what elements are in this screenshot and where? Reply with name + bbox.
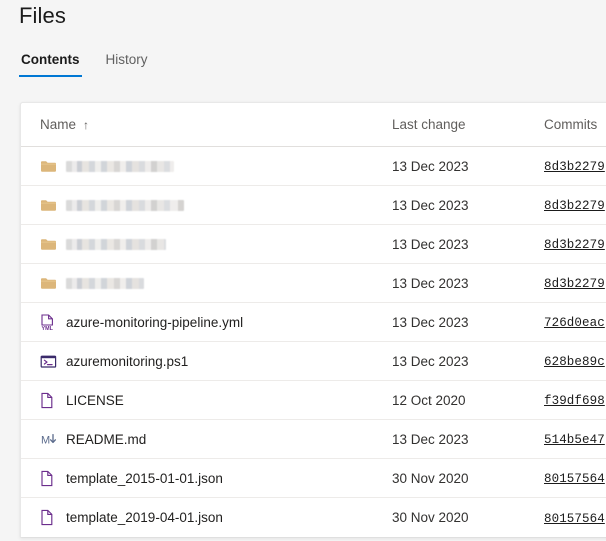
blank-file-icon <box>41 470 53 486</box>
commit-link[interactable]: 514b5e47 <box>544 433 605 447</box>
commit-link[interactable]: f39df698 <box>544 394 605 408</box>
column-header-name-label: Name <box>40 117 77 132</box>
file-name-cell[interactable]: LICENSE <box>40 392 392 409</box>
commit-cell: f39df698 <box>544 392 606 408</box>
file-name-cell[interactable]: M README.md <box>40 432 392 447</box>
yml-file-icon: YML <box>40 313 66 331</box>
commit-cell: 628be89c <box>544 353 606 369</box>
files-page: Files Contents History Name ↑ Last chang… <box>0 0 606 541</box>
last-change-cell: 13 Dec 2023 <box>392 236 469 252</box>
sort-ascending-icon: ↑ <box>83 117 90 132</box>
last-change-cell: 13 Dec 2023 <box>392 275 469 291</box>
file-name-label: azuremonitoring.ps1 <box>66 353 189 369</box>
folder-icon <box>40 159 66 174</box>
table-row[interactable]: YML azure-monitoring-pipeline.yml 13 Dec 2… <box>21 303 606 342</box>
last-change-cell: 13 Dec 2023 <box>392 197 469 213</box>
folder-icon <box>40 198 66 213</box>
last-change-cell: 30 Nov 2020 <box>392 470 469 486</box>
table-row[interactable]: M README.md 13 Dec 2023 514b5e47 <box>21 420 606 459</box>
file-name-label: template_2019-04-01.json <box>66 510 223 525</box>
column-header-last-change[interactable]: Last change <box>392 117 544 132</box>
folder-icon <box>41 277 56 289</box>
commit-cell: 726d0eac <box>544 314 606 330</box>
table-row[interactable]: 13 Dec 2023 8d3b2279 <box>21 225 606 264</box>
commit-cell: 80157564 <box>544 510 606 526</box>
file-name-cell[interactable]: azuremonitoring.ps1 <box>40 354 392 369</box>
powershell-file-icon <box>40 355 57 368</box>
commit-cell: 8d3b2279 <box>544 197 606 213</box>
tab-contents-label: Contents <box>21 52 80 67</box>
table-row[interactable]: 13 Dec 2023 8d3b2279 <box>21 264 606 303</box>
file-name-cell[interactable]: template_2015-01-01.json <box>40 470 392 487</box>
table-row[interactable]: template_2015-01-01.json 30 Nov 2020 80157… <box>21 459 606 498</box>
table-header-row: Name ↑ Last change Commits <box>21 103 606 147</box>
last-change-cell: 30 Nov 2020 <box>392 510 469 525</box>
last-change-cell: 13 Dec 2023 <box>392 353 469 369</box>
commit-link[interactable]: 628be89c <box>544 355 605 369</box>
commit-cell: 80157564 <box>544 470 606 486</box>
redacted-file-name <box>66 160 174 172</box>
tab-contents[interactable]: Contents <box>19 52 82 77</box>
svg-text:YML: YML <box>42 326 54 331</box>
redacted-file-name <box>66 238 166 250</box>
folder-icon <box>41 238 56 250</box>
file-name-label: LICENSE <box>66 392 124 408</box>
page-title: Files <box>19 3 66 28</box>
folder-icon <box>41 160 56 172</box>
file-name-cell[interactable] <box>40 276 392 291</box>
tab-history-label: History <box>105 52 148 67</box>
tab-bar: Contents History <box>19 52 150 77</box>
blank-file-icon <box>40 392 66 409</box>
svg-text:M: M <box>41 434 50 446</box>
column-header-name[interactable]: Name ↑ <box>40 117 392 132</box>
commit-cell: 8d3b2279 <box>544 236 606 252</box>
file-name-cell[interactable]: YML azure-monitoring-pipeline.yml <box>40 313 392 331</box>
redacted-file-name <box>66 277 144 289</box>
commit-link[interactable]: 8d3b2279 <box>544 160 605 174</box>
blank-file-icon <box>41 392 53 408</box>
table-body: 13 Dec 2023 8d3b2279 13 Dec 2023 8d3b2279 13… <box>21 147 606 537</box>
file-name-label: azure-monitoring-pipeline.yml <box>66 314 244 330</box>
markdown-file-icon: M <box>40 432 66 447</box>
blank-file-icon <box>41 509 53 526</box>
file-name-cell[interactable] <box>40 198 392 213</box>
folder-icon <box>41 199 56 211</box>
folder-icon <box>40 276 66 291</box>
commit-cell: 8d3b2279 <box>544 158 606 174</box>
redacted-file-name <box>66 199 184 211</box>
file-name-cell[interactable] <box>40 159 392 174</box>
commit-link[interactable]: 8d3b2279 <box>544 238 605 252</box>
file-name-label: template_2015-01-01.json <box>66 470 223 486</box>
table-row[interactable]: template_2019-04-01.json 30 Nov 2020 80157… <box>21 498 606 537</box>
markdown-file-icon: M <box>41 433 57 446</box>
table-row[interactable]: 13 Dec 2023 8d3b2279 <box>21 186 606 225</box>
commit-cell: 514b5e47 <box>544 431 606 447</box>
table-row[interactable]: LICENSE 12 Oct 2020 f39df698 <box>21 381 606 420</box>
folder-icon <box>40 237 66 252</box>
powershell-file-icon <box>40 354 66 369</box>
blank-file-icon <box>40 470 66 487</box>
files-table-card: Name ↑ Last change Commits 13 Dec 2023 8d… <box>20 102 606 537</box>
table-row[interactable]: 13 Dec 2023 8d3b2279 <box>21 147 606 186</box>
commit-cell: 8d3b2279 <box>544 275 606 291</box>
yml-file-icon: YML <box>41 313 54 331</box>
last-change-cell: 13 Dec 2023 <box>392 431 469 447</box>
commit-link[interactable]: 8d3b2279 <box>544 277 605 291</box>
commit-link[interactable]: 726d0eac <box>544 316 605 330</box>
file-name-cell[interactable]: template_2019-04-01.json <box>40 509 392 526</box>
column-header-commits[interactable]: Commits <box>544 117 606 132</box>
commit-link[interactable]: 80157564 <box>544 472 605 486</box>
file-name-label: README.md <box>66 431 147 447</box>
commit-link[interactable]: 80157564 <box>544 512 605 526</box>
tab-history[interactable]: History <box>104 52 150 77</box>
last-change-cell: 13 Dec 2023 <box>392 314 469 330</box>
commit-link[interactable]: 8d3b2279 <box>544 199 605 213</box>
blank-file-icon <box>40 509 66 526</box>
file-name-cell[interactable] <box>40 237 392 252</box>
last-change-cell: 13 Dec 2023 <box>392 158 469 174</box>
last-change-cell: 12 Oct 2020 <box>392 392 466 408</box>
table-row[interactable]: azuremonitoring.ps1 13 Dec 2023 628be89c <box>21 342 606 381</box>
